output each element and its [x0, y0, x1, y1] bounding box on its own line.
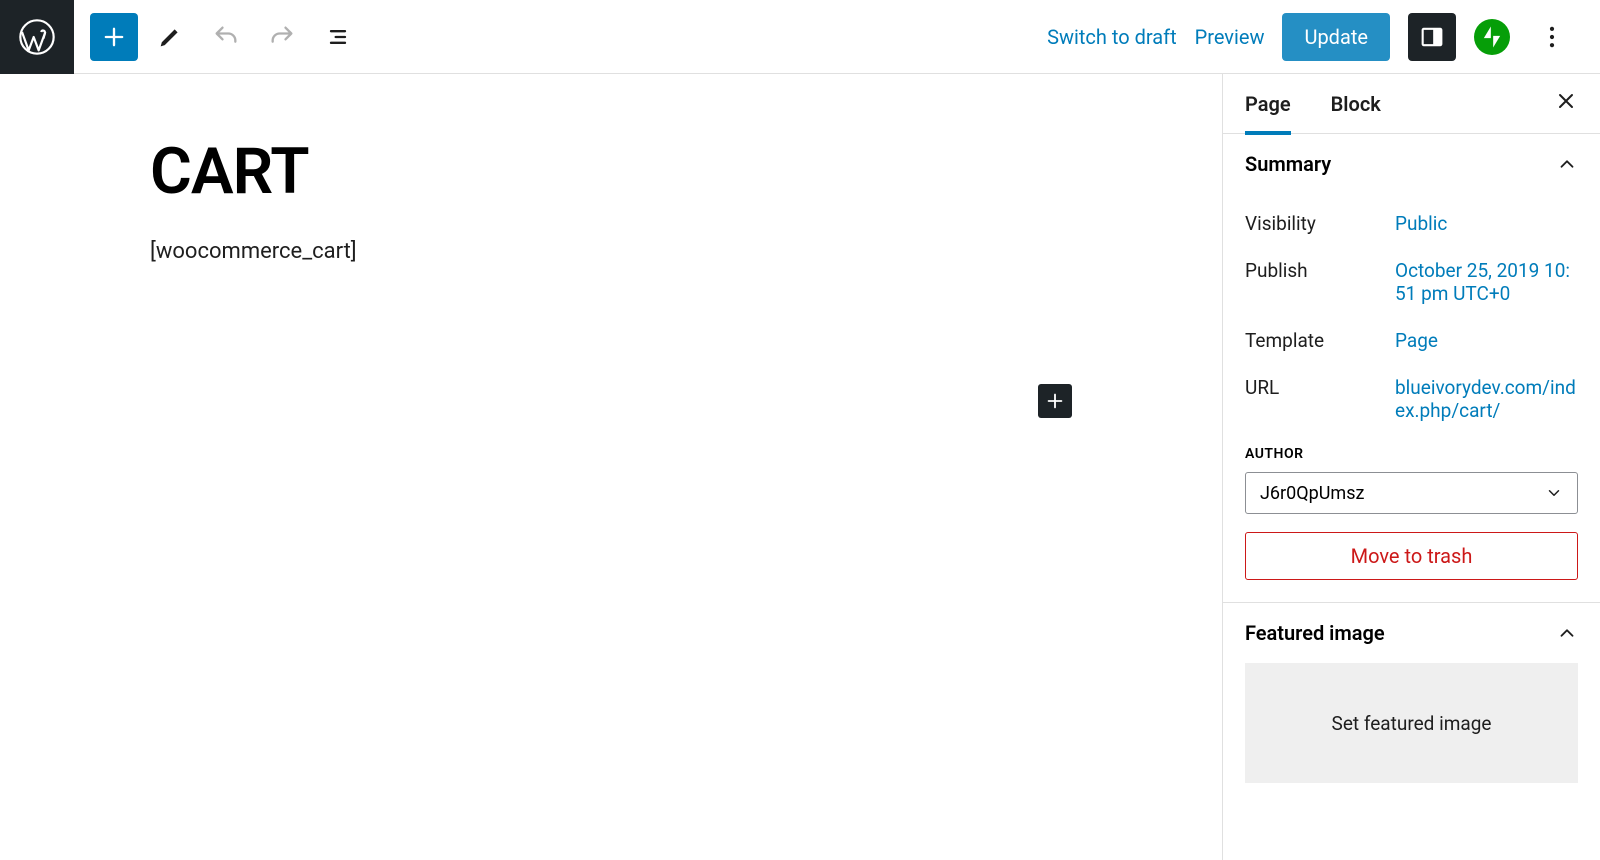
featured-header[interactable]: Featured image — [1223, 603, 1600, 663]
redo-icon[interactable] — [258, 13, 306, 61]
template-label: Template — [1245, 329, 1395, 352]
template-row: Template Page — [1245, 317, 1578, 364]
switch-to-draft-button[interactable]: Switch to draft — [1047, 25, 1177, 49]
move-to-trash-button[interactable]: Move to trash — [1245, 532, 1578, 580]
toolbar-left — [74, 13, 362, 61]
update-button[interactable]: Update — [1282, 13, 1390, 61]
publish-row: Publish October 25, 2019 10:51 pm UTC+0 — [1245, 247, 1578, 317]
author-label: AUTHOR — [1245, 434, 1578, 472]
featured-title: Featured image — [1245, 621, 1385, 645]
url-label: URL — [1245, 376, 1395, 399]
chevron-up-icon — [1556, 153, 1578, 175]
more-options-icon[interactable] — [1528, 13, 1576, 61]
jetpack-icon[interactable] — [1474, 19, 1510, 55]
visibility-row: Visibility Public — [1245, 200, 1578, 247]
settings-sidebar: Page Block Summary Visibility Public Pub… — [1222, 74, 1600, 860]
sidebar-toggle-icon[interactable] — [1408, 13, 1456, 61]
preview-button[interactable]: Preview — [1195, 25, 1265, 49]
visibility-label: Visibility — [1245, 212, 1395, 235]
topbar: Switch to draft Preview Update — [0, 0, 1600, 74]
set-featured-image-button[interactable]: Set featured image — [1245, 663, 1578, 783]
toolbar-right: Switch to draft Preview Update — [1047, 13, 1600, 61]
page-title[interactable]: CART — [150, 134, 1072, 209]
chevron-up-icon — [1556, 622, 1578, 644]
publish-label: Publish — [1245, 259, 1395, 282]
summary-title: Summary — [1245, 152, 1331, 176]
featured-image-panel: Featured image Set featured image — [1223, 603, 1600, 783]
visibility-value[interactable]: Public — [1395, 212, 1578, 235]
document-overview-icon[interactable] — [314, 13, 362, 61]
template-value[interactable]: Page — [1395, 329, 1578, 352]
editor: CART [woocommerce_cart] — [0, 74, 1222, 860]
page-content[interactable]: [woocommerce_cart] — [150, 239, 1072, 264]
author-select[interactable]: J6r0QpUmsz — [1245, 472, 1578, 514]
url-row: URL blueivorydev.com/index.php/cart/ — [1245, 364, 1578, 434]
summary-panel: Summary Visibility Public Publish Octobe… — [1223, 134, 1600, 603]
wordpress-logo[interactable] — [0, 0, 74, 74]
author-value: J6r0QpUmsz — [1260, 483, 1364, 504]
add-block-button[interactable] — [90, 13, 138, 61]
chevron-down-icon — [1545, 484, 1563, 502]
undo-icon[interactable] — [202, 13, 250, 61]
close-icon[interactable] — [1554, 89, 1578, 119]
edit-icon[interactable] — [146, 13, 194, 61]
summary-body: Visibility Public Publish October 25, 20… — [1223, 194, 1600, 602]
tab-page[interactable]: Page — [1245, 74, 1291, 134]
summary-header[interactable]: Summary — [1223, 134, 1600, 194]
url-value[interactable]: blueivorydev.com/index.php/cart/ — [1395, 376, 1578, 422]
main: CART [woocommerce_cart] Page Block Summa… — [0, 74, 1600, 860]
add-block-inline-button[interactable] — [1038, 384, 1072, 418]
tabbar: Page Block — [1223, 74, 1600, 134]
tab-block[interactable]: Block — [1331, 74, 1381, 134]
publish-value[interactable]: October 25, 2019 10:51 pm UTC+0 — [1395, 259, 1578, 305]
